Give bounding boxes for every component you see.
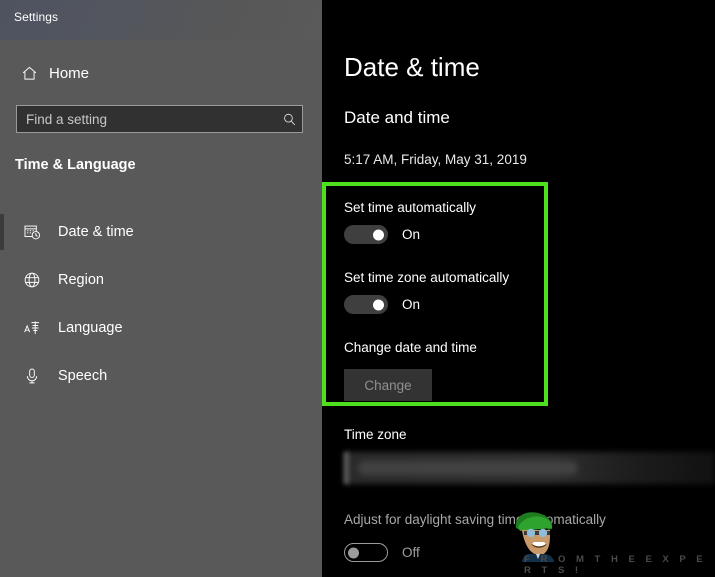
sidebar-item-label: Region: [58, 272, 104, 288]
time-zone-label: Time zone: [344, 427, 407, 442]
toggle-knob: [348, 547, 359, 558]
search-box[interactable]: [16, 105, 303, 133]
globe-icon: [18, 271, 46, 289]
set-time-automatically-group: Set time automatically On: [344, 200, 476, 244]
sidebar-home-label: Home: [49, 64, 90, 82]
set-timezone-automatically-label: Set time zone automatically: [344, 270, 510, 285]
set-time-automatically-label: Set time automatically: [344, 200, 477, 215]
search-icon[interactable]: [276, 112, 302, 127]
sidebar-item-date-time[interactable]: Date & time: [0, 208, 322, 256]
microphone-icon: [18, 367, 46, 385]
selection-indicator: [0, 262, 4, 298]
sidebar-item-label: Speech: [58, 368, 108, 384]
sidebar-item-speech[interactable]: Speech: [0, 352, 322, 400]
selection-indicator: [0, 310, 4, 346]
sidebar-section-title: Time & Language: [15, 157, 136, 173]
sidebar-item-label: Language: [58, 320, 123, 336]
section-heading-date-and-time: Date and time: [344, 108, 450, 127]
sidebar-item-language[interactable]: Language: [0, 304, 322, 352]
set-timezone-automatically-group: Set time zone automatically On: [344, 270, 509, 314]
daylight-saving-row: Off: [344, 543, 420, 562]
set-time-automatically-row: On: [344, 225, 476, 244]
sidebar-item-label: Date & time: [58, 224, 134, 240]
window-title: Settings: [14, 10, 59, 24]
selection-indicator: [0, 214, 4, 250]
home-icon: [14, 65, 44, 82]
language-icon: [18, 319, 46, 337]
search-input[interactable]: [17, 111, 276, 127]
daylight-saving-state: Off: [402, 545, 420, 560]
page-title: Date & time: [344, 52, 480, 82]
settings-window: Settings Home Time & Language: [0, 0, 715, 577]
change-date-time-group: Change date and time Change: [344, 340, 477, 401]
sidebar-nav-list: Date & time Region Language Speech: [0, 208, 322, 400]
set-time-automatically-toggle[interactable]: [344, 225, 388, 244]
change-date-time-label: Change date and time: [344, 340, 477, 355]
sidebar-item-region[interactable]: Region: [0, 256, 322, 304]
toggle-knob: [373, 299, 384, 310]
time-zone-value-blurred: [358, 461, 578, 475]
change-button[interactable]: Change: [344, 369, 432, 401]
daylight-saving-label: Adjust for daylight saving time automati…: [344, 512, 606, 527]
selection-indicator: [0, 358, 4, 394]
title-bar: Settings: [0, 0, 322, 40]
set-timezone-automatically-state: On: [402, 297, 421, 312]
toggle-knob: [373, 229, 384, 240]
sidebar-item-home[interactable]: Home: [0, 58, 322, 88]
set-timezone-automatically-row: On: [344, 295, 509, 314]
daylight-saving-toggle[interactable]: [344, 543, 388, 562]
time-zone-dropdown-edge: [344, 452, 349, 484]
calendar-clock-icon: [18, 223, 46, 241]
time-zone-dropdown[interactable]: [344, 452, 715, 484]
set-time-automatically-state: On: [402, 227, 421, 242]
sidebar: Settings Home Time & Language: [0, 0, 322, 577]
set-timezone-automatically-toggle[interactable]: [344, 295, 388, 314]
current-datetime-text: 5:17 AM, Friday, May 31, 2019: [344, 152, 527, 167]
